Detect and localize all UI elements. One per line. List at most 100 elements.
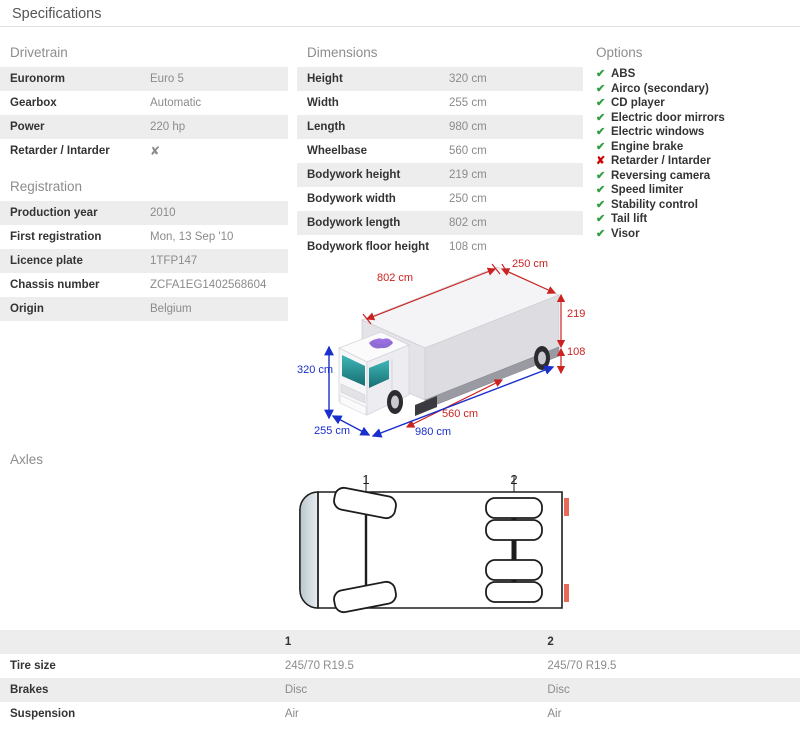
- table-row: First registration Mon, 13 Sep '10: [0, 225, 288, 249]
- drivetrain-table: Euronorm Euro 5 Gearbox Automatic Power …: [0, 67, 288, 163]
- row-label: Width: [307, 97, 339, 109]
- check-icon: ✔: [596, 184, 606, 196]
- table-row: Suspension Air Air: [0, 702, 800, 726]
- table-row: Bodywork width 250 cm: [297, 187, 583, 211]
- table-row: Chassis number ZCFA1EG1402568604: [0, 273, 288, 297]
- row-value-axle2: 245/70 R19.5: [547, 660, 617, 672]
- row-value: 255 cm: [449, 97, 487, 109]
- taillight-left: [564, 498, 569, 516]
- row-value: 802 cm: [449, 217, 487, 229]
- check-icon: ✔: [596, 82, 606, 95]
- option-label: Visor: [611, 227, 640, 240]
- check-icon: ✔: [596, 140, 606, 153]
- table-row: Retarder / Intarder ✘: [0, 139, 288, 163]
- row-label: Bodywork height: [307, 169, 401, 181]
- drivetrain-heading: Drivetrain: [10, 45, 68, 60]
- option-label: Stability control: [611, 198, 698, 211]
- table-row: Height 320 cm: [297, 67, 583, 91]
- column-dimensions: Dimensions Height 320 cm Width 255 cm Le…: [297, 45, 583, 259]
- table-row: Brakes Disc Disc: [0, 678, 800, 702]
- column-options: Options ✔ ABS ✔ Airco (secondary) ✔ CD play…: [586, 45, 800, 241]
- column-drivetrain-registration: Drivetrain Euronorm Euro 5 Gearbox Autom…: [0, 45, 288, 321]
- option-label: Tail lift: [611, 213, 648, 225]
- length-label: 980 cm: [415, 426, 451, 438]
- axle-2-number: 2: [510, 472, 517, 487]
- table-header-row: 1 2: [0, 630, 800, 654]
- check-icon: ✔: [596, 126, 606, 138]
- registration-table: Production year 2010 First registration …: [0, 201, 288, 321]
- list-item: ✔ Engine brake: [596, 140, 800, 155]
- list-item: ✔ ABS: [596, 67, 800, 82]
- row-label: Origin: [10, 303, 44, 315]
- option-label: Engine brake: [611, 140, 684, 153]
- row-label: Tire size: [10, 660, 56, 672]
- list-item: ✔ Stability control: [596, 198, 800, 213]
- row-value: 220 hp: [150, 121, 186, 133]
- table-row: Tire size 245/70 R19.5 245/70 R19.5: [0, 654, 800, 678]
- row-label: Euronorm: [10, 73, 65, 85]
- row-label: Height: [307, 73, 343, 85]
- bodywork-length-label: 802 cm: [377, 272, 413, 284]
- truck-dimension-diagram: 802 cm 250 cm 219 cm 108 cm 560 cm 320 c…: [297, 255, 587, 445]
- specifications-columns: Drivetrain Euronorm Euro 5 Gearbox Autom…: [0, 27, 800, 321]
- axles-col-1: 1: [284, 636, 292, 648]
- row-label: Power: [10, 121, 45, 133]
- check-icon: ✔: [596, 111, 606, 124]
- row-label: Chassis number: [10, 279, 100, 291]
- option-label: CD player: [611, 97, 665, 109]
- bodywork-floor-height-value: 108 cm: [567, 346, 587, 358]
- list-item: ✔ Tail lift: [596, 212, 800, 227]
- check-icon: ✔: [596, 97, 606, 109]
- row-value: Euro 5: [150, 73, 184, 85]
- row-value-axle1: Air: [284, 708, 299, 720]
- row-label: Suspension: [10, 708, 76, 720]
- row-value: ZCFA1EG1402568604: [150, 279, 267, 291]
- height-label: 320 cm: [297, 364, 333, 376]
- row-value: 1TFP147: [150, 255, 198, 267]
- table-row: Gearbox Automatic: [0, 91, 288, 115]
- row-value: 219 cm: [449, 169, 487, 181]
- row-label: Licence plate: [10, 255, 83, 267]
- dimensions-heading: Dimensions: [307, 45, 378, 60]
- axles-table: 1 2 Tire size 245/70 R19.5 245/70 R19.5 …: [0, 630, 800, 726]
- option-label: Electric windows: [611, 126, 705, 138]
- registration-heading: Registration: [10, 179, 83, 194]
- table-row: Licence plate 1TFP147: [0, 249, 288, 273]
- check-icon: ✔: [596, 198, 606, 211]
- option-label: Retarder / Intarder: [611, 155, 711, 167]
- table-row: Production year 2010: [0, 201, 288, 225]
- axles-section: Axles: [0, 452, 300, 474]
- row-label: Production year: [10, 207, 98, 219]
- list-item: ✔ CD player: [596, 96, 800, 111]
- list-item: ✔ Electric windows: [596, 125, 800, 140]
- row-label: Gearbox: [10, 97, 57, 109]
- table-row: Length 980 cm: [297, 115, 583, 139]
- row-label: Bodywork length: [307, 217, 401, 229]
- axle-1-number: 1: [362, 472, 369, 487]
- dimensions-table: Height 320 cm Width 255 cm Length 980 cm…: [297, 67, 583, 259]
- row-value-axle2: Disc: [547, 684, 570, 696]
- options-list: ✔ ABS ✔ Airco (secondary) ✔ CD player ✔ Elec…: [586, 67, 800, 241]
- row-value: 320 cm: [449, 73, 487, 85]
- bodywork-width-label: 250 cm: [512, 258, 548, 270]
- option-label: Airco (secondary): [611, 82, 709, 95]
- cross-icon: ✘: [150, 144, 161, 158]
- row-value-axle1: 245/70 R19.5: [284, 660, 354, 672]
- list-item: ✔ Electric door mirrors: [596, 111, 800, 126]
- table-row: Width 255 cm: [297, 91, 583, 115]
- options-heading: Options: [596, 45, 643, 60]
- row-label: First registration: [10, 231, 102, 243]
- table-row: Euronorm Euro 5: [0, 67, 288, 91]
- row-value: Automatic: [150, 97, 202, 109]
- row-value: 2010: [150, 207, 176, 219]
- check-icon: ✔: [596, 169, 606, 182]
- table-row: Bodywork height 219 cm: [297, 163, 583, 187]
- row-label: Retarder / Intarder: [10, 145, 110, 157]
- row-value-axle2: Air: [547, 708, 562, 720]
- axles-heading: Axles: [10, 452, 44, 467]
- axles-col-2: 2: [547, 636, 554, 648]
- row-value: 560 cm: [449, 145, 487, 157]
- table-row: Origin Belgium: [0, 297, 288, 321]
- wheelbase-label: 560 cm: [442, 408, 478, 420]
- table-row: Wheelbase 560 cm: [297, 139, 583, 163]
